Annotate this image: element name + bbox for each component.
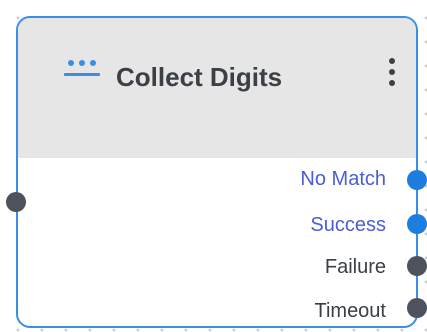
node-title: Collect Digits — [116, 62, 283, 92]
output-port-failure[interactable] — [407, 256, 427, 276]
dialpad-dots-icon — [64, 60, 100, 76]
output-label-success: Success — [310, 214, 386, 236]
input-port[interactable] — [6, 192, 26, 212]
output-port-timeout[interactable] — [407, 298, 427, 318]
kebab-menu-icon[interactable] — [382, 54, 402, 90]
output-label-failure: Failure — [324, 256, 386, 278]
output-port-no-match[interactable] — [407, 170, 427, 190]
output-label-no-match: No Match — [300, 168, 386, 190]
output-port-success[interactable] — [407, 214, 427, 234]
output-label-timeout: Timeout — [314, 300, 386, 322]
node-header[interactable]: Collect Digits — [18, 18, 416, 158]
collect-digits-node[interactable]: Collect Digits No Match Success Failure … — [16, 16, 418, 328]
